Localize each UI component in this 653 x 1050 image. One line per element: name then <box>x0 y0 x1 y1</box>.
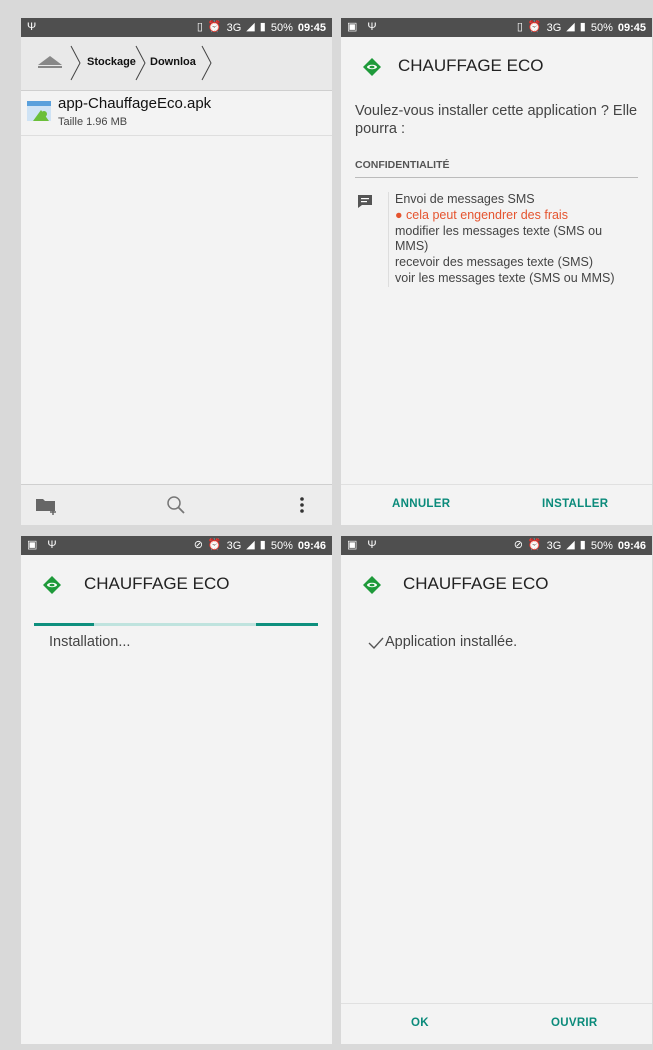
battery-icon: ▮ <box>579 539 586 551</box>
message-icon <box>358 195 372 208</box>
file-list-item[interactable]: app-ChauffageEco.apk Taille 1.96 MB <box>21 91 332 136</box>
permission-sms-send: Envoi de messages SMS <box>395 192 535 206</box>
installing-screen: ▣ Ψ ⊘ ⏰ 3G ◢ ▮ 50% 09:46 CHAUFFAGE ECO I… <box>21 536 332 1044</box>
clock: 09:46 <box>297 539 326 552</box>
battery-level: 50% <box>270 539 293 552</box>
network-type: 3G <box>546 539 562 552</box>
home-button[interactable] <box>27 47 73 77</box>
alarm-icon: ⏰ <box>527 539 542 551</box>
alarm-icon: ⏰ <box>527 21 542 33</box>
signal-icon: ◢ <box>566 21 575 33</box>
breadcrumb-item-download[interactable]: Downloa <box>150 49 196 75</box>
alarm-icon: ⏰ <box>207 21 222 33</box>
battery-icon: ▮ <box>579 21 586 33</box>
chevron-right-icon <box>70 45 81 81</box>
progress-indicator <box>256 623 318 626</box>
battery-level: 50% <box>590 21 613 34</box>
breadcrumb-item-stockage[interactable]: Stockage <box>87 49 136 75</box>
install-result: Application installée. <box>385 634 518 650</box>
app-logo-icon <box>363 576 381 594</box>
install-button[interactable]: INSTALLER <box>542 498 608 510</box>
clock: 09:45 <box>297 21 326 34</box>
search-icon[interactable] <box>166 495 186 515</box>
screenshot-icon: ▣ <box>27 539 38 551</box>
status-bar: ▣ Ψ ⊘ ⏰ 3G ◢ ▮ 50% 09:46 <box>21 536 332 555</box>
apk-file-icon <box>27 101 51 121</box>
open-button[interactable]: OUVRIR <box>551 1017 598 1029</box>
usb-icon: Ψ <box>367 21 377 33</box>
status-bar: Ψ ▯ ⏰ 3G ◢ ▮ 50% 09:45 <box>21 18 332 37</box>
breadcrumb: Stockage Downloa <box>21 37 332 91</box>
app-header: CHAUFFAGE ECO <box>341 555 652 617</box>
app-header: CHAUFFAGE ECO <box>341 37 652 99</box>
battery-icon: ▮ <box>259 539 266 551</box>
app-logo-icon <box>363 58 381 76</box>
do-not-disturb-icon: ⊘ <box>513 539 523 551</box>
signal-icon: ◢ <box>246 539 255 551</box>
app-logo-icon <box>43 576 61 594</box>
cost-warning: ● cela peut engendrer des frais <box>395 208 635 223</box>
chevron-right-icon <box>135 45 146 81</box>
install-question: Voulez-vous installer cette application … <box>355 103 638 137</box>
file-manager-screen: Ψ ▯ ⏰ 3G ◢ ▮ 50% 09:45 Stockage Downloa <box>21 18 332 525</box>
app-title: CHAUFFAGE ECO <box>84 574 230 593</box>
vibrate-icon: ▯ <box>196 21 203 33</box>
more-options-icon[interactable] <box>299 496 305 514</box>
new-folder-icon[interactable] <box>35 495 59 515</box>
clock: 09:45 <box>617 21 646 34</box>
network-type: 3G <box>226 539 242 552</box>
vibrate-icon: ▯ <box>516 21 523 33</box>
usb-icon: Ψ <box>367 539 377 551</box>
install-status: Installation... <box>49 634 131 650</box>
network-type: 3G <box>546 21 562 34</box>
file-size: Taille 1.96 MB <box>58 116 128 128</box>
signal-icon: ◢ <box>566 539 575 551</box>
screenshot-icon: ▣ <box>347 539 358 551</box>
bottom-toolbar <box>21 484 332 525</box>
clock: 09:46 <box>617 539 646 552</box>
permission-sms-receive: recevoir des messages texte (SMS) <box>395 255 593 269</box>
file-name: app-ChauffageEco.apk <box>58 95 212 112</box>
battery-icon: ▮ <box>259 21 266 33</box>
chevron-right-icon <box>201 45 212 81</box>
checkmark-icon <box>368 637 384 649</box>
permission-sms-read: voir les messages texte (SMS ou MMS) <box>395 271 615 285</box>
app-title: CHAUFFAGE ECO <box>403 574 549 593</box>
usb-icon: Ψ <box>47 539 57 551</box>
installed-screen: ▣ Ψ ⊘ ⏰ 3G ◢ ▮ 50% 09:46 CHAUFFAGE ECO A… <box>341 536 652 1044</box>
dialog-actions: ANNULER INSTALLER <box>341 484 652 525</box>
ok-button[interactable]: OK <box>411 1017 429 1029</box>
home-icon <box>38 56 62 68</box>
permission-sms-modify: modifier les messages texte (SMS ou MMS) <box>395 224 603 253</box>
battery-level: 50% <box>270 21 293 34</box>
section-privacy: CONFIDENTIALITÉ <box>355 159 638 178</box>
app-title: CHAUFFAGE ECO <box>398 56 544 75</box>
status-bar: ▣ Ψ ⊘ ⏰ 3G ◢ ▮ 50% 09:46 <box>341 536 652 555</box>
signal-icon: ◢ <box>246 21 255 33</box>
screenshot-icon: ▣ <box>347 21 358 33</box>
permission-list: Envoi de messages SMS ● cela peut engend… <box>388 192 635 287</box>
status-bar: ▣ Ψ ▯ ⏰ 3G ◢ ▮ 50% 09:45 <box>341 18 652 37</box>
alarm-icon: ⏰ <box>207 539 222 551</box>
usb-icon: Ψ <box>27 21 37 33</box>
network-type: 3G <box>226 21 242 34</box>
dialog-actions: OK OUVRIR <box>341 1003 652 1044</box>
warning-icon: ● <box>395 208 403 222</box>
cancel-button[interactable]: ANNULER <box>392 498 450 510</box>
cost-warning-text: cela peut engendrer des frais <box>406 208 568 222</box>
app-header: CHAUFFAGE ECO <box>21 555 332 617</box>
do-not-disturb-icon: ⊘ <box>193 539 203 551</box>
install-confirm-screen: ▣ Ψ ▯ ⏰ 3G ◢ ▮ 50% 09:45 CHAUFFAGE ECO V… <box>341 18 652 525</box>
progress-indicator <box>34 623 94 626</box>
battery-level: 50% <box>590 539 613 552</box>
